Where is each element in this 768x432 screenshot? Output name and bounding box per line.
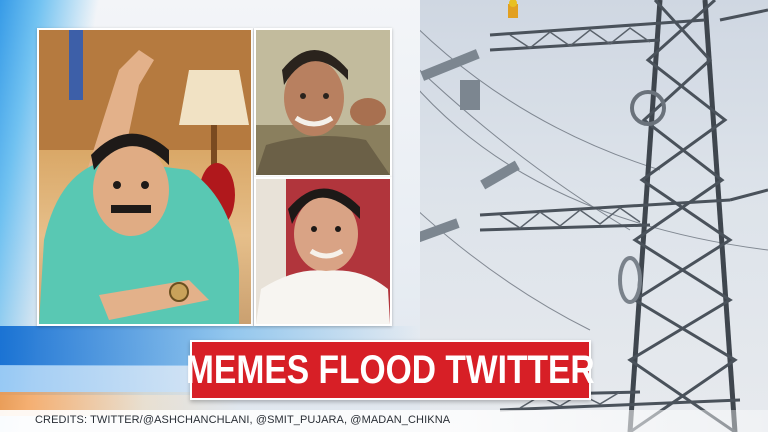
headline-banner: MEMES FLOOD TWITTER [186,340,595,400]
headline-text: MEMES FLOOD TWITTER [186,347,595,392]
photo-credits: CREDITS: TWITTER/@ASHCHANCHLANI, @SMIT_P… [35,414,451,426]
meme-photo-bottom [254,177,392,326]
meme-photo-top [254,28,392,177]
meme-photo-main [37,28,253,326]
